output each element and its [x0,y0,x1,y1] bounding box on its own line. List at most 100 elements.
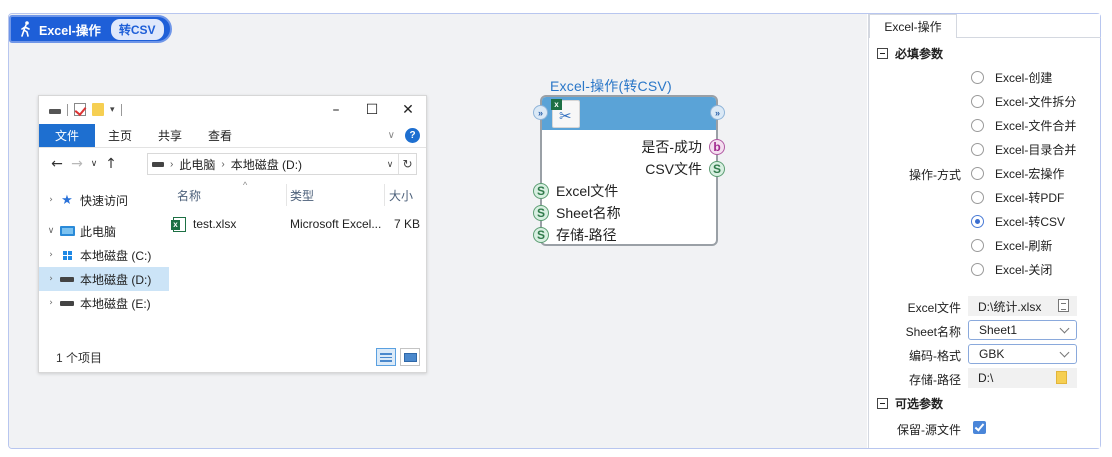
tab-view[interactable]: 查看 [195,124,245,147]
column-header-name[interactable]: 名称 ^ [177,180,247,206]
chevron-right-icon: › [221,158,225,170]
column-divider[interactable] [384,184,385,206]
breadcrumb-drive-d[interactable]: 本地磁盘 (D:) [231,156,302,173]
chevron-right-icon[interactable]: › [43,250,59,260]
save-path-label: 存储-路径 [909,373,961,387]
tree-item-label: 本地磁盘 (E:) [80,296,151,311]
radio-label: Excel-关闭 [995,262,1053,277]
windows-drive-icon [59,248,75,262]
radio-excel-dir-merge[interactable]: Excel-目录合并 [971,139,1076,159]
address-dropdown-icon[interactable]: ∨ [382,159,398,170]
flow-input-port-icon[interactable]: » [533,105,548,120]
radio-excel-to-pdf[interactable]: Excel-转PDF [971,187,1064,207]
recent-locations-icon[interactable]: ∨ [87,159,101,169]
radio-excel-to-csv[interactable]: Excel-转CSV [971,211,1065,231]
excel-file-icon [171,217,186,232]
chevron-down-icon [1059,347,1070,358]
radio-icon[interactable] [971,70,984,84]
address-bar[interactable]: › 此电脑 › 本地磁盘 (D:) ∨ ↻ [147,153,417,175]
port-label: Excel文件 [556,183,619,199]
help-icon[interactable]: ? [405,128,420,143]
node-header[interactable]: x ✂ [542,97,716,130]
file-explorer-window: ▾ – ☐ ✕ 文件 主页 共享 查看 ∨ ? ← → ∨ ↑ › 此电脑 › … [38,95,427,373]
output-port-success[interactable]: 是否-成功 b [641,136,725,158]
radio-icon[interactable] [971,118,984,132]
tree-item-drive-c[interactable]: › 本地磁盘 (C:) [39,243,169,267]
forward-arrow-icon[interactable]: → [67,156,87,172]
tab-share[interactable]: 共享 [145,124,195,147]
new-folder-icon[interactable] [92,103,104,116]
radio-label: Excel-转PDF [995,190,1065,205]
up-arrow-icon[interactable]: ↑ [101,156,121,172]
boolean-port-icon[interactable]: b [709,139,725,155]
radio-icon[interactable] [971,238,984,252]
output-port-csv-file[interactable]: CSV文件 S [645,158,725,180]
tree-item-drive-d[interactable]: › 本地磁盘 (D:) [39,267,169,291]
file-row[interactable]: test.xlsx Microsoft Excel... 7 KB [169,214,426,236]
properties-check-icon[interactable] [74,103,86,116]
status-bar: 1 个项目 [39,342,426,372]
excel-file-field[interactable]: D:\统计.xlsx [968,296,1077,316]
radio-icon[interactable] [971,190,984,204]
expand-ribbon-icon[interactable]: ∨ [388,130,395,141]
tab-excel-operation[interactable]: Excel-操作 [869,14,957,38]
tree-item-quick-access[interactable]: › ★ 快速访问 [39,188,169,212]
workflow-badge: 转CSV [110,18,164,40]
document-icon[interactable] [1058,299,1069,312]
input-port-excel-file[interactable]: S Excel文件 [533,180,618,202]
radio-icon[interactable] [971,262,984,276]
collapse-icon[interactable] [877,47,888,59]
string-port-icon[interactable]: S [533,205,549,221]
radio-excel-close[interactable]: Excel-关闭 [971,259,1052,279]
encoding-select[interactable]: GBK [968,344,1077,364]
string-port-icon[interactable]: S [533,227,549,243]
tree-item-drive-e[interactable]: › 本地磁盘 (E:) [39,291,169,315]
string-port-icon[interactable]: S [533,183,549,199]
radio-selected-icon[interactable] [971,214,984,228]
drive-icon [59,296,75,310]
chevron-down-icon[interactable]: ∨ [43,226,59,236]
radio-icon[interactable] [971,142,984,156]
tab-file[interactable]: 文件 [39,124,95,147]
large-icons-view-button[interactable] [400,348,420,366]
radio-excel-refresh[interactable]: Excel-刷新 [971,235,1052,255]
excel-operation-node[interactable]: x ✂ » » 是否-成功 b CSV文件 S S Excel文件 S Shee… [533,95,725,246]
folder-icon[interactable] [1056,371,1067,384]
radio-excel-split[interactable]: Excel-文件拆分 [971,91,1076,111]
column-header-label: 大小 [389,188,414,203]
keep-source-checkbox[interactable] [973,421,986,434]
radio-icon[interactable] [971,94,984,108]
save-path-field[interactable]: D:\ [968,368,1077,388]
back-arrow-icon[interactable]: ← [47,156,67,172]
column-header-type[interactable]: 类型 [290,184,314,206]
breadcrumb-this-pc[interactable]: 此电脑 [179,156,215,173]
optional-params-section[interactable]: 可选参数 [877,394,943,412]
navigation-bar: ← → ∨ ↑ › 此电脑 › 本地磁盘 (D:) ∨ ↻ [39,148,426,180]
column-divider[interactable] [286,184,287,206]
chevron-right-icon[interactable]: › [43,274,59,284]
radio-icon[interactable] [971,166,984,180]
radio-excel-create[interactable]: Excel-创建 [971,67,1052,87]
column-header-size[interactable]: 大小 [389,184,413,206]
flow-output-port-icon[interactable]: » [710,105,725,120]
refresh-icon[interactable]: ↻ [398,154,416,174]
maximize-button[interactable]: ☐ [354,96,390,124]
sheet-name-select[interactable]: Sheet1 [968,320,1077,340]
tab-home[interactable]: 主页 [95,124,145,147]
workflow-title-pill[interactable]: Excel-操作 转CSV [9,15,172,43]
string-port-icon[interactable]: S [709,161,725,177]
details-view-button[interactable] [376,348,396,366]
input-port-save-path[interactable]: S 存储-路径 [533,224,617,246]
collapse-icon[interactable] [877,397,888,409]
tree-item-label: 本地磁盘 (C:) [80,248,152,263]
radio-excel-macro[interactable]: Excel-宏操作 [971,163,1064,183]
close-button[interactable]: ✕ [390,96,426,124]
minimize-button[interactable]: – [318,96,354,124]
input-port-sheet-name[interactable]: S Sheet名称 [533,202,621,224]
required-params-section[interactable]: 必填参数 [877,44,943,62]
chevron-right-icon[interactable]: › [43,195,59,205]
radio-excel-merge[interactable]: Excel-文件合并 [971,115,1076,135]
chevron-right-icon[interactable]: › [43,298,59,308]
tree-item-this-pc[interactable]: ∨ 此电脑 [39,219,169,243]
customize-toolbar-icon[interactable]: ▾ [110,104,115,115]
